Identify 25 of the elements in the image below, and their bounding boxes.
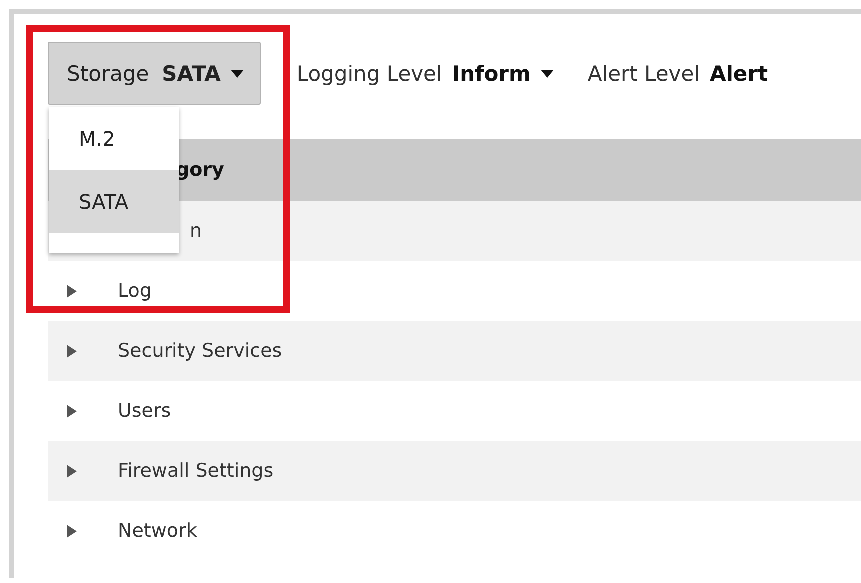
expand-arrow-icon[interactable] bbox=[66, 464, 78, 478]
row-label: n bbox=[189, 220, 202, 242]
tree-row[interactable]: Security Services bbox=[48, 321, 861, 381]
row-label: Network bbox=[118, 520, 198, 542]
caret-icon bbox=[540, 70, 554, 78]
row-label: Firewall Settings bbox=[118, 460, 274, 482]
row-label: Log bbox=[118, 280, 152, 302]
expand-arrow-icon[interactable] bbox=[66, 284, 78, 298]
expand-arrow-icon[interactable] bbox=[66, 344, 78, 358]
expand-arrow-icon[interactable] bbox=[66, 404, 78, 418]
logging-level-label: Logging Level bbox=[296, 62, 442, 86]
caret-icon bbox=[230, 70, 244, 78]
alert-level-dropdown[interactable]: Alert bbox=[710, 62, 768, 86]
tree-row[interactable]: Log bbox=[48, 261, 861, 321]
tree-row[interactable]: Network bbox=[48, 501, 861, 561]
menu-option[interactable]: M.2 bbox=[49, 107, 179, 170]
menu-option[interactable]: SATA bbox=[49, 170, 179, 233]
logging-level-dropdown[interactable]: Inform bbox=[452, 62, 531, 86]
alert-level-label: Alert Level bbox=[588, 62, 700, 86]
tree-row[interactable]: Users bbox=[48, 381, 861, 441]
expand-arrow-icon[interactable] bbox=[66, 524, 78, 538]
row-label: Security Services bbox=[118, 340, 282, 362]
tree-row[interactable]: Firewall Settings bbox=[48, 441, 861, 501]
storage-dropdown[interactable]: Storage SATA bbox=[48, 42, 261, 105]
row-label: Users bbox=[118, 400, 172, 422]
